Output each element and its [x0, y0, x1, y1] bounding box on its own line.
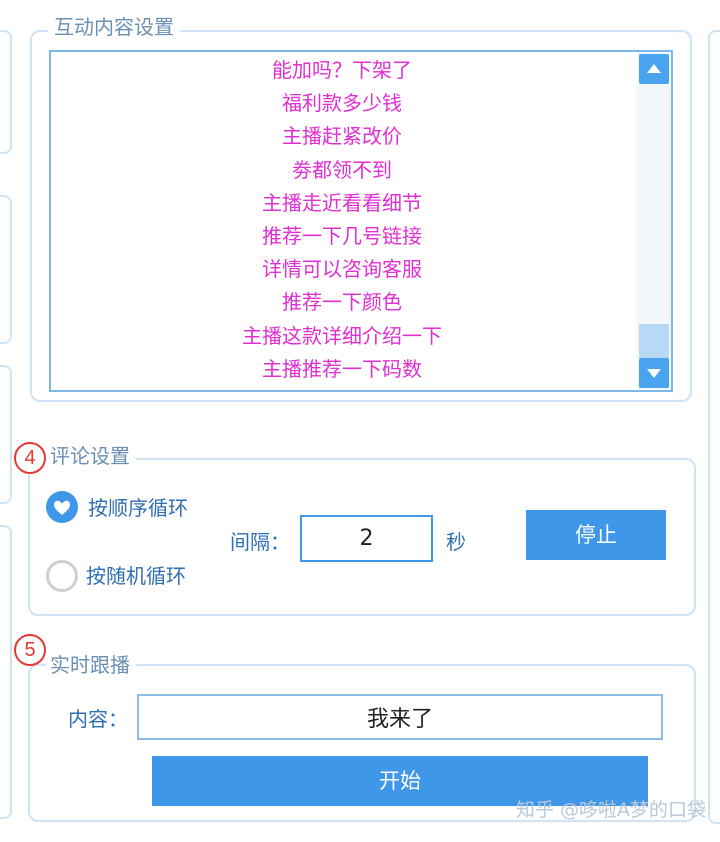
list-item[interactable]: 主播这款详细介绍一下 [51, 320, 633, 353]
scroll-up-button[interactable] [639, 54, 669, 84]
interval-unit: 秒 [446, 530, 466, 554]
comment-settings-legend: 评论设置 [46, 444, 136, 468]
radio-random-label[interactable]: 按随机循环 [86, 564, 186, 588]
step-4-marker: 4 [14, 442, 46, 474]
scroll-down-button[interactable] [639, 358, 669, 388]
list-item[interactable]: 推荐一下颜色 [51, 286, 633, 319]
right-neighbor-panel [708, 30, 720, 824]
chevron-up-icon [647, 64, 661, 73]
watermark: 知乎 @哆啦A梦的口袋 [515, 799, 706, 821]
interval-input[interactable] [300, 515, 433, 562]
live-follow-legend: 实时跟播 [46, 653, 136, 677]
content-input[interactable] [137, 694, 663, 740]
radio-sequential[interactable] [46, 491, 78, 523]
stop-button[interactable]: 停止 [526, 510, 666, 560]
radio-sequential-label[interactable]: 按顺序循环 [88, 496, 188, 520]
list-item[interactable]: 主播推荐一下码数 [51, 353, 633, 386]
left-neighbor-panel [0, 525, 12, 819]
listbox-scrollbar[interactable] [637, 52, 671, 390]
radio-random[interactable] [46, 560, 78, 592]
interaction-content-listbox[interactable]: 能加吗？下架了 福利款多少钱 主播赶紧改价 劵都领不到 主播走近看看细节 推荐一下几号链接… [49, 50, 673, 392]
heart-icon [54, 500, 70, 515]
scroll-thumb[interactable] [639, 324, 669, 358]
list-item[interactable]: 劵都领不到 [51, 154, 633, 187]
chevron-down-icon [647, 369, 661, 378]
content-label: 内容： [68, 707, 128, 731]
left-neighbor-panel [0, 30, 12, 154]
step-5-marker: 5 [14, 634, 46, 666]
list-item[interactable]: 福利款多少钱 [51, 87, 633, 120]
interaction-content-legend: 互动内容设置 [48, 15, 180, 39]
list-item[interactable]: 主播走近看看细节 [51, 187, 633, 220]
left-neighbor-panel [0, 365, 12, 504]
left-neighbor-panel [0, 195, 12, 344]
list-item[interactable]: 推荐一下几号链接 [51, 220, 633, 253]
list-item[interactable]: 主播赶紧改价 [51, 120, 633, 153]
interaction-content-list: 能加吗？下架了 福利款多少钱 主播赶紧改价 劵都领不到 主播走近看看细节 推荐一下几号链接… [51, 54, 633, 386]
list-item[interactable]: 能加吗？下架了 [51, 54, 633, 87]
interval-label: 间隔： [230, 530, 290, 554]
list-item[interactable]: 详情可以咨询客服 [51, 253, 633, 286]
